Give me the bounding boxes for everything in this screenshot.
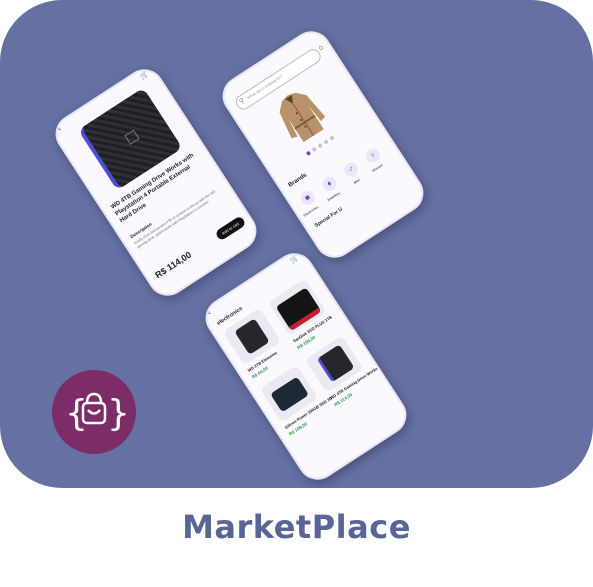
product-price: R$ 114,00 bbox=[153, 249, 194, 281]
brand-men-icon[interactable]: ♂ bbox=[341, 159, 361, 180]
product-image bbox=[316, 344, 355, 383]
cart-icon[interactable]: 🛒 bbox=[288, 253, 300, 265]
app-logo: { } bbox=[52, 370, 136, 454]
cart-icon[interactable]: 🛒 bbox=[138, 69, 150, 81]
svg-text:}: } bbox=[107, 393, 130, 434]
brand-label: Men bbox=[353, 177, 361, 185]
add-to-cart-button[interactable]: Add to cart bbox=[214, 215, 247, 242]
carousel-dot[interactable] bbox=[311, 146, 318, 153]
back-icon[interactable]: ‹ bbox=[207, 310, 213, 317]
svg-text:{: { bbox=[65, 393, 88, 434]
product-list-screen: ‹ 🛒 electronics WD 2TB Elements R$ 64,00… bbox=[197, 245, 415, 488]
carousel-dot[interactable] bbox=[329, 135, 335, 141]
coat-product-image bbox=[279, 92, 326, 143]
product-image bbox=[234, 318, 270, 355]
brand-label: Electronics bbox=[302, 204, 320, 218]
product-image bbox=[270, 376, 309, 413]
brand-label: Jewellery bbox=[326, 191, 341, 203]
brand-jewellery-icon[interactable]: ♦ bbox=[319, 174, 340, 194]
app-name-caption: MarketPlace bbox=[182, 508, 411, 546]
brand-women-icon[interactable]: ♀ bbox=[363, 145, 383, 166]
app-showcase-card: ‹ 🛒 WD 4TB Gaming Drive Works with Plays… bbox=[0, 0, 593, 488]
back-icon[interactable]: ‹ bbox=[57, 126, 63, 133]
search-placeholder: What are u looking for? bbox=[246, 73, 284, 101]
brand-label: Women bbox=[371, 163, 384, 173]
search-icon: ⚲ bbox=[238, 97, 247, 106]
carousel-dot[interactable] bbox=[305, 150, 312, 157]
special-section-heading: Special For U bbox=[313, 206, 344, 229]
carousel-dot[interactable] bbox=[323, 139, 329, 145]
shopping-bag-icon: { } bbox=[65, 392, 130, 434]
brands-heading: Brands bbox=[287, 172, 309, 189]
carousel-dot[interactable] bbox=[317, 142, 323, 149]
brand-electronics-icon[interactable]: ■ bbox=[297, 188, 318, 208]
